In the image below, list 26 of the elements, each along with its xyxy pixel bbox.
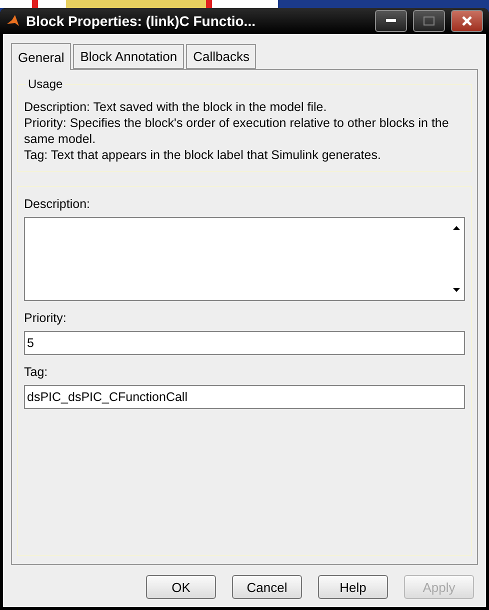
usage-text: Tag: Text that appears in the block label that Simulink generates. [24,147,382,163]
usage-text: Description: Text saved with the block in the model file. [24,99,328,115]
input-field[interactable]: dsPIC_dsPIC_CFunctionCall [24,385,465,409]
field-label: Priority: [24,311,68,325]
minimize-icon [386,19,396,23]
maximize-button[interactable] [413,10,445,32]
close-icon [462,16,472,26]
close-button[interactable] [451,10,483,32]
scroll-up-icon[interactable] [452,226,460,230]
tab[interactable]: Callbacks [186,44,256,69]
scroll-down-icon[interactable] [452,288,460,292]
dialog-button[interactable]: Cancel [232,575,302,599]
usage-text: Priority: Specifies the block's order of execution relative to other blocks in the same model. [24,115,450,147]
input-field[interactable]: 5 [24,331,465,355]
dialog-button[interactable]: OK [146,575,216,599]
field-label: Description: [24,197,91,211]
maximize-icon [423,16,435,26]
field-label: Tag: [24,365,49,379]
window-title: Block Properties: (link)C Functio... [26,13,256,29]
tab[interactable]: Block Annotation [73,44,184,69]
minimize-button[interactable] [375,10,407,32]
description-field[interactable] [24,217,465,301]
logo-icon [6,14,20,28]
dialog-button[interactable]: Help [318,575,388,599]
tab[interactable]: General [11,43,72,70]
group-title: Usage [26,77,65,91]
